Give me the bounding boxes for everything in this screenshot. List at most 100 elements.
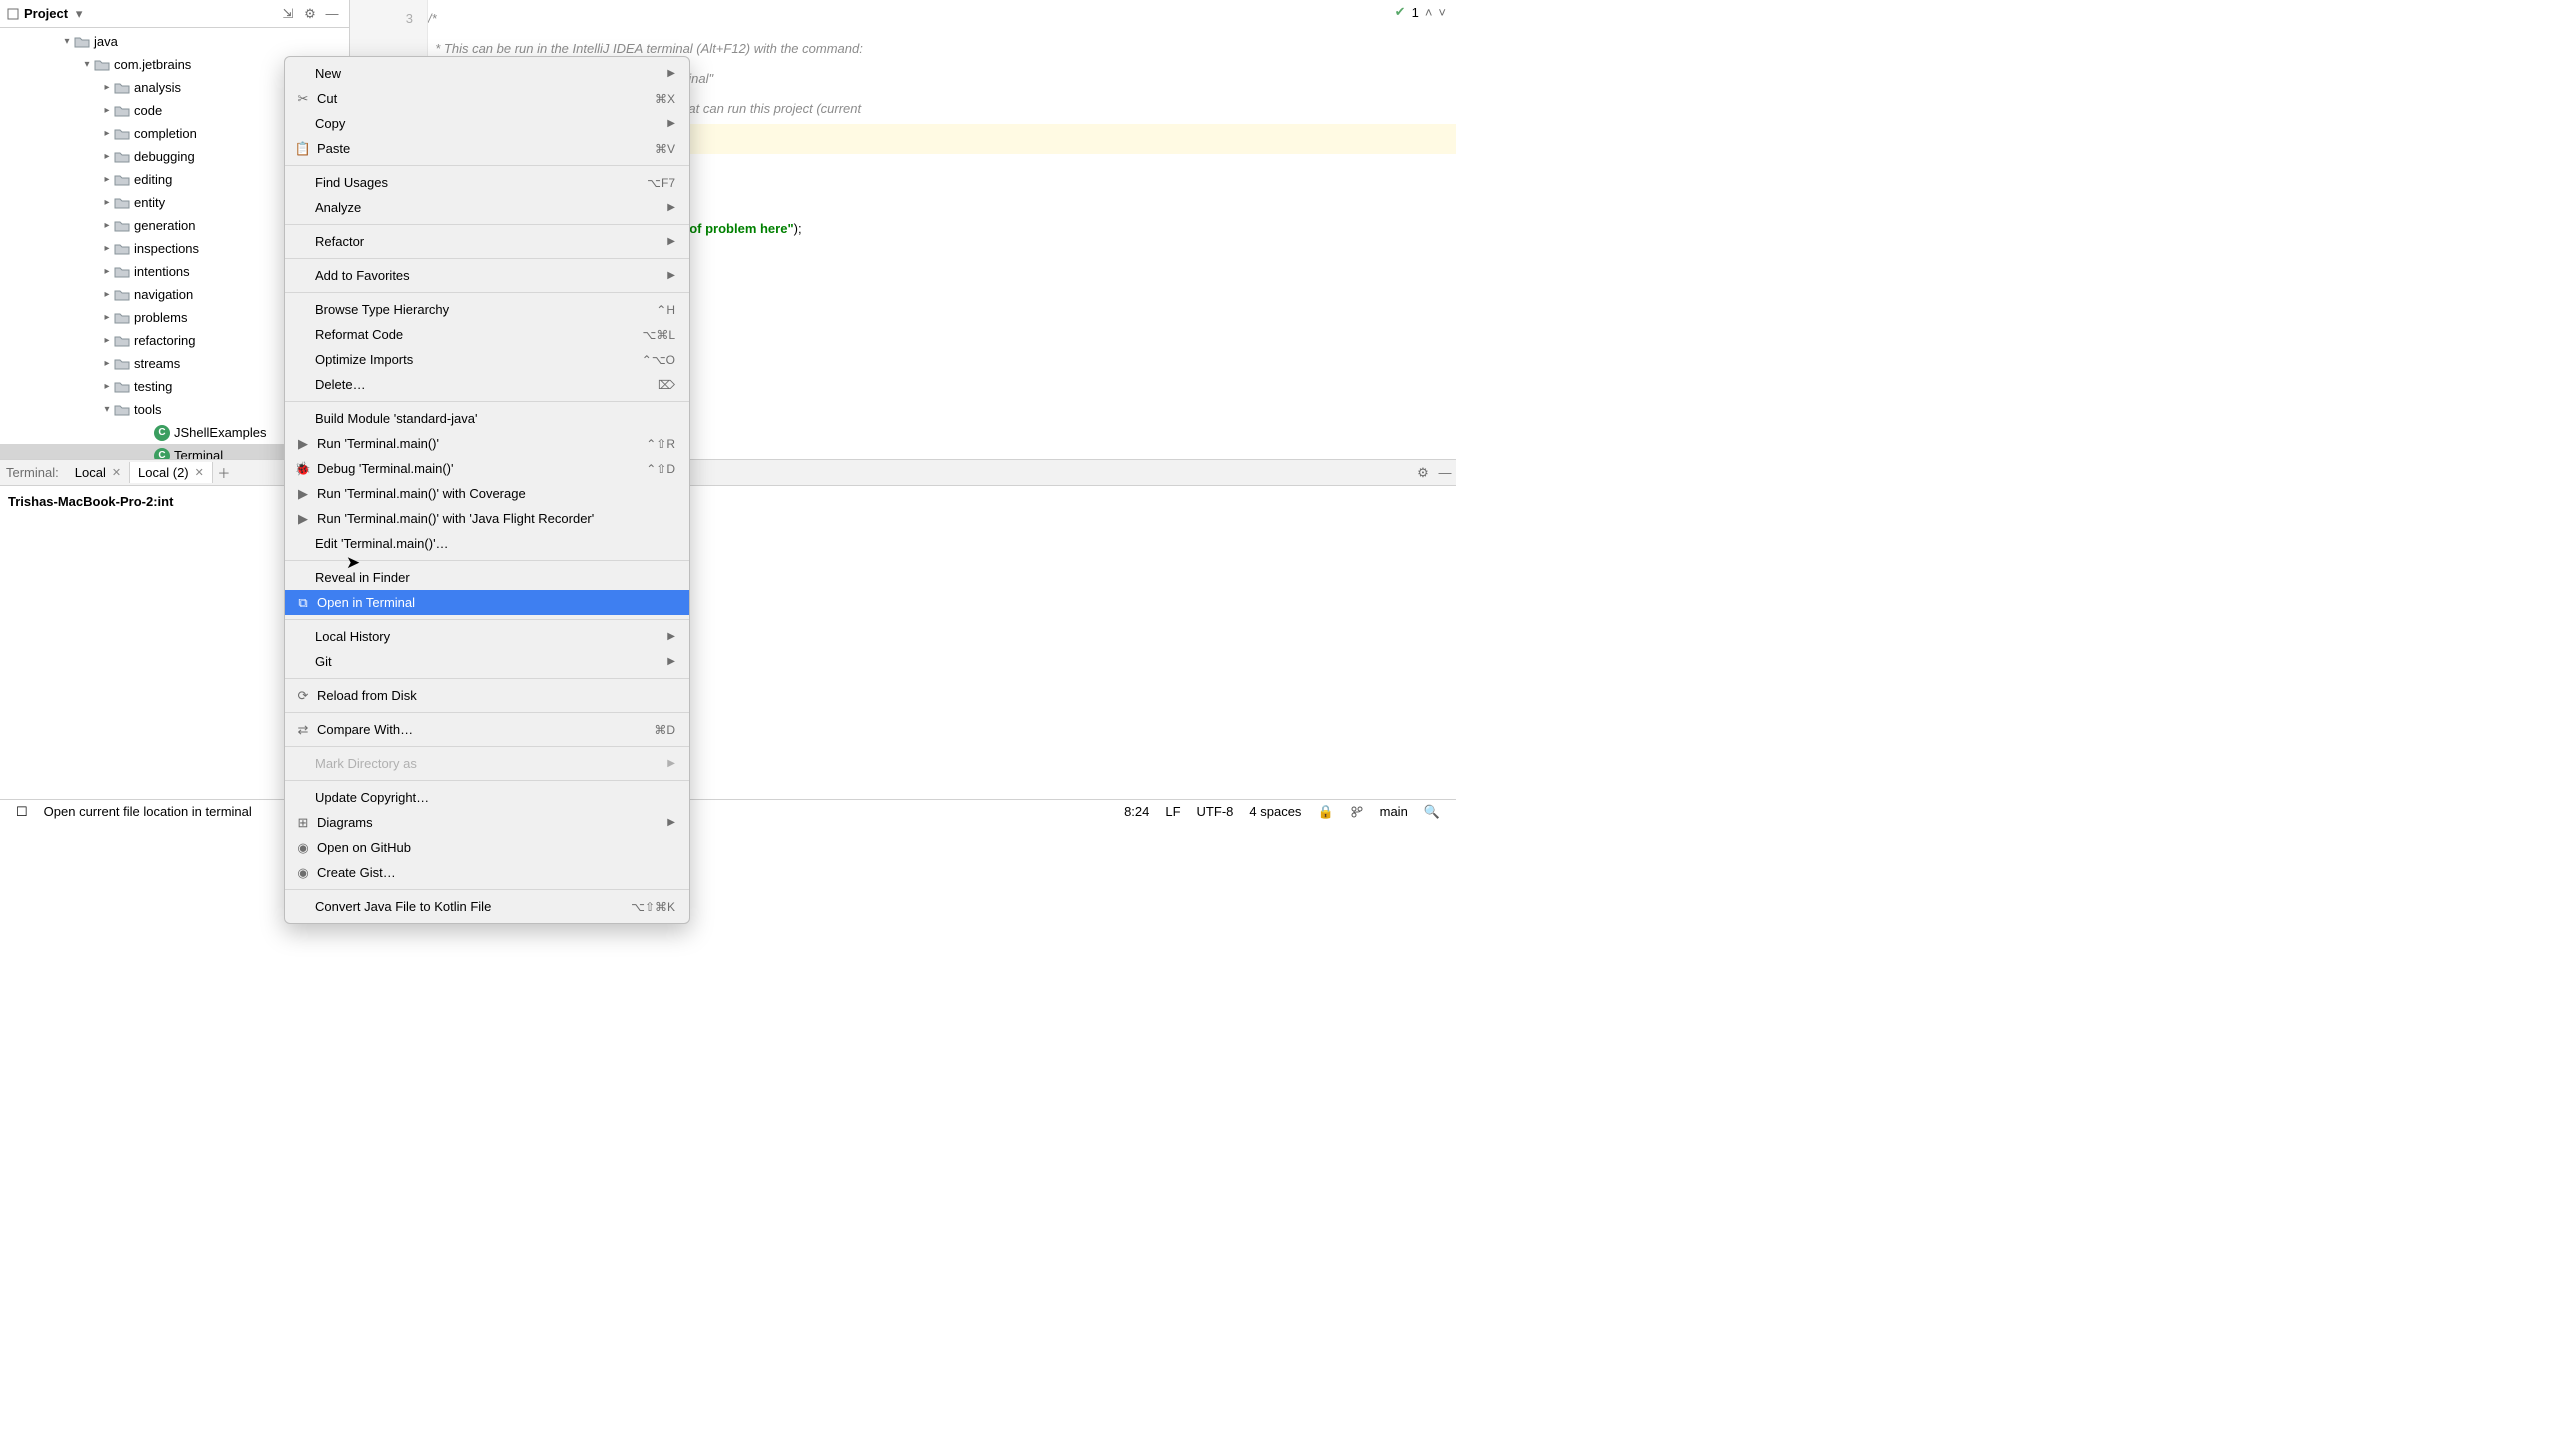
menu-item[interactable]: Git▶: [285, 649, 689, 674]
chevron-down-icon[interactable]: ▾: [68, 3, 90, 25]
close-icon[interactable]: ✕: [112, 466, 121, 479]
tree-item[interactable]: ▾java: [0, 30, 349, 53]
folder-icon: [114, 403, 130, 417]
tree-label: debugging: [134, 149, 195, 164]
menu-label: Build Module 'standard-java': [315, 411, 675, 426]
tree-label: tools: [134, 402, 161, 417]
chevron-icon[interactable]: ▸: [100, 243, 114, 254]
submenu-icon: ▶: [667, 118, 675, 129]
menu-shortcut: ⌃⌥O: [642, 353, 675, 367]
add-terminal-button[interactable]: ＋: [213, 462, 235, 484]
submenu-icon: ▶: [667, 758, 675, 769]
menu-item[interactable]: ⧉Open in Terminal: [285, 590, 689, 615]
submenu-icon: ▶: [667, 817, 675, 828]
menu-item[interactable]: ▶Run 'Terminal.main()' with 'Java Flight…: [285, 506, 689, 531]
status-hint: Open current file location in terminal: [44, 804, 252, 819]
gear-icon[interactable]: ⚙: [299, 3, 321, 25]
todo-icon[interactable]: ☐: [16, 804, 28, 820]
lock-icon[interactable]: 🔒: [1317, 804, 1333, 820]
menu-item[interactable]: Browse Type Hierarchy⌃H: [285, 297, 689, 322]
chevron-up-icon[interactable]: ˄: [1425, 5, 1433, 20]
menu-label: Browse Type Hierarchy: [315, 302, 656, 317]
context-menu[interactable]: New▶✂Cut⌘XCopy▶📋Paste⌘VFind Usages⌥F7Ana…: [284, 56, 690, 924]
terminal-label: Terminal:: [6, 465, 59, 480]
minimize-icon[interactable]: —: [321, 3, 343, 25]
project-icon: [6, 7, 20, 21]
chevron-icon[interactable]: ▸: [100, 151, 114, 162]
chevron-icon[interactable]: ▾: [100, 404, 114, 415]
submenu-icon: ▶: [667, 236, 675, 247]
menu-item[interactable]: ⊞Diagrams▶: [285, 810, 689, 835]
search-icon[interactable]: 🔍: [1424, 804, 1440, 820]
chevron-down-icon[interactable]: ˅: [1438, 5, 1446, 20]
git-branch[interactable]: main: [1380, 804, 1408, 819]
indent-info[interactable]: 4 spaces: [1249, 804, 1301, 819]
terminal-panel: Terminal: Local✕Local (2)✕ ＋ ⚙ — Trishas…: [0, 459, 1456, 799]
chevron-icon[interactable]: ▸: [100, 266, 114, 277]
menu-item[interactable]: Delete…⌦: [285, 372, 689, 397]
tree-label: streams: [134, 356, 180, 371]
clipboard-icon: 📋: [293, 141, 313, 157]
folder-icon: [74, 35, 90, 49]
chevron-icon[interactable]: ▸: [100, 197, 114, 208]
collapse-icon[interactable]: ⇲: [277, 3, 299, 25]
menu-item[interactable]: Copy▶: [285, 111, 689, 136]
menu-item[interactable]: 📋Paste⌘V: [285, 136, 689, 161]
menu-item[interactable]: Find Usages⌥F7: [285, 170, 689, 195]
folder-icon: [114, 334, 130, 348]
chevron-icon[interactable]: ▸: [100, 174, 114, 185]
menu-item[interactable]: Reformat Code⌥⌘L: [285, 322, 689, 347]
terminal-body[interactable]: Trishas-MacBook-Pro-2:int: [0, 486, 1456, 799]
chevron-icon[interactable]: ▸: [100, 128, 114, 139]
chevron-icon[interactable]: ▸: [100, 289, 114, 300]
menu-shortcut: ⌥⌘L: [642, 328, 675, 342]
menu-item[interactable]: ◉Open on GitHub: [285, 835, 689, 860]
menu-item[interactable]: Add to Favorites▶: [285, 263, 689, 288]
chevron-icon[interactable]: ▸: [100, 335, 114, 346]
menu-label: Reveal in Finder: [315, 570, 675, 585]
chevron-icon[interactable]: ▸: [100, 358, 114, 369]
menu-item[interactable]: 🐞Debug 'Terminal.main()'⌃⇧D: [285, 456, 689, 481]
menu-label: Delete…: [315, 377, 658, 392]
menu-item[interactable]: ⟳Reload from Disk: [285, 683, 689, 708]
terminal-gear-icon[interactable]: ⚙: [1412, 462, 1434, 484]
folder-icon: [114, 150, 130, 164]
menu-item[interactable]: Local History▶: [285, 624, 689, 649]
menu-item[interactable]: ⇄Compare With…⌘D: [285, 717, 689, 742]
terminal-minimize-icon[interactable]: —: [1434, 462, 1456, 484]
chevron-icon[interactable]: ▸: [100, 381, 114, 392]
tree-label: intentions: [134, 264, 190, 279]
menu-item[interactable]: ▶Run 'Terminal.main()'⌃⇧R: [285, 431, 689, 456]
menu-item[interactable]: ▶Run 'Terminal.main()' with Coverage: [285, 481, 689, 506]
menu-item[interactable]: Build Module 'standard-java': [285, 406, 689, 431]
menu-label: Open on GitHub: [317, 840, 675, 855]
cursor-position[interactable]: 8:24: [1124, 804, 1149, 819]
tree-label: Terminal: [174, 448, 223, 459]
editor-status: ✔ 1 ˄ ˅: [1395, 4, 1446, 20]
terminal-tab[interactable]: Local✕: [67, 462, 130, 483]
menu-item[interactable]: Analyze▶: [285, 195, 689, 220]
chevron-icon[interactable]: ▸: [100, 312, 114, 323]
menu-item[interactable]: Update Copyright…: [285, 785, 689, 810]
chevron-icon[interactable]: ▸: [100, 82, 114, 93]
chevron-icon[interactable]: ▾: [80, 59, 94, 70]
menu-item[interactable]: Refactor▶: [285, 229, 689, 254]
diff-icon: ⇄: [293, 722, 313, 738]
menu-item[interactable]: ◉Create Gist…: [285, 860, 689, 885]
chevron-icon[interactable]: ▸: [100, 105, 114, 116]
chevron-icon[interactable]: ▸: [100, 220, 114, 231]
term-icon: ⧉: [293, 595, 313, 611]
submenu-icon: ▶: [667, 631, 675, 642]
encoding[interactable]: UTF-8: [1197, 804, 1234, 819]
menu-label: Analyze: [315, 200, 667, 215]
line-separator[interactable]: LF: [1165, 804, 1180, 819]
terminal-tab[interactable]: Local (2)✕: [130, 462, 213, 483]
menu-item[interactable]: Convert Java File to Kotlin File⌥⇧⌘K: [285, 894, 689, 919]
menu-item[interactable]: Optimize Imports⌃⌥O: [285, 347, 689, 372]
close-icon[interactable]: ✕: [195, 466, 204, 479]
menu-item[interactable]: ✂Cut⌘X: [285, 86, 689, 111]
folder-icon: [114, 311, 130, 325]
tree-label: refactoring: [134, 333, 195, 348]
menu-item[interactable]: New▶: [285, 61, 689, 86]
chevron-icon[interactable]: ▾: [60, 36, 74, 47]
